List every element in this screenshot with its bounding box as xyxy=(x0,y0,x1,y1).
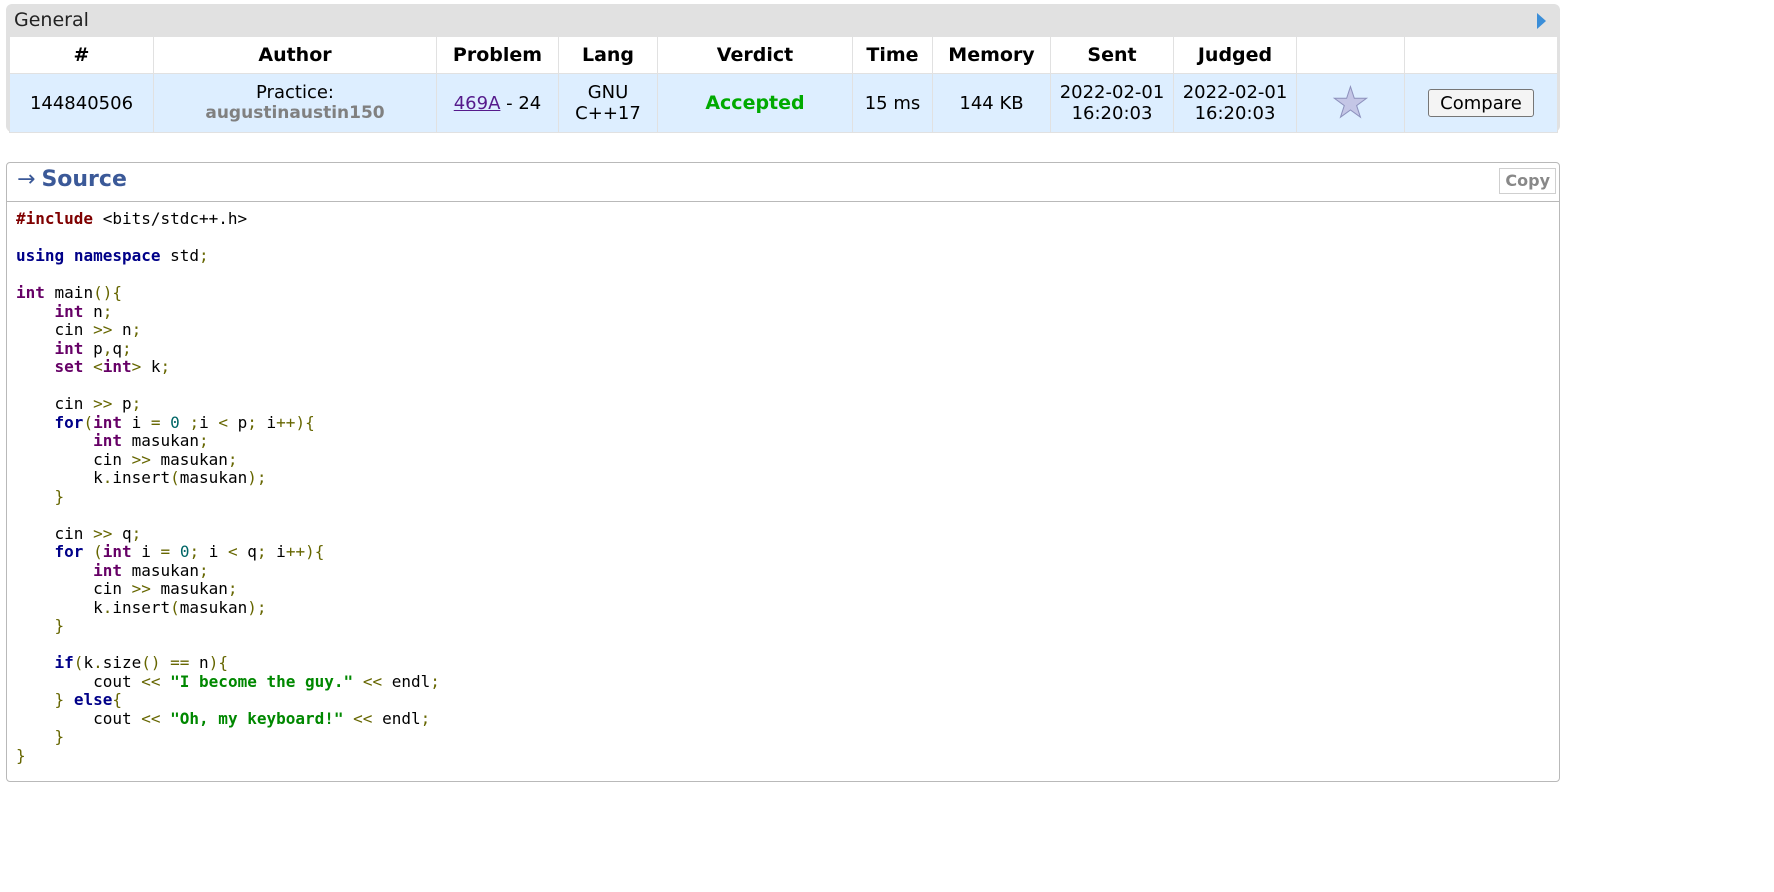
verdict-cell: Accepted xyxy=(657,73,853,133)
author-prefix: Practice: xyxy=(256,82,334,103)
author-handle-link[interactable]: augustinaustin150 xyxy=(154,103,436,124)
code-line: for (int i = 0; i < q; i++){ xyxy=(54,542,325,561)
header-time: Time xyxy=(852,36,933,74)
code-line: } else{ xyxy=(54,690,122,709)
source-panel: → Source Copy #include <bits/stdc++.h>​u… xyxy=(6,162,1560,782)
code-line: k.insert(masukan); xyxy=(16,468,267,487)
code-line: if(k.size() == n){ xyxy=(54,653,228,672)
header-memory: Memory xyxy=(932,36,1051,74)
code-line: } xyxy=(54,486,65,506)
code-line: cin >> masukan; xyxy=(16,449,238,469)
problem-cell: 469A - 24 xyxy=(436,73,559,133)
submission-id: 144840506 xyxy=(9,73,154,133)
memory-cell: 144 KB xyxy=(932,73,1051,133)
code-line: using namespace std; xyxy=(16,246,209,265)
code-line: for(int i = 0 ;i < p; i++){ xyxy=(54,412,315,432)
code-line: ​ xyxy=(16,266,1550,285)
code-line: } xyxy=(54,616,65,635)
code-line: ​ xyxy=(16,636,1550,655)
general-panel: General # Author Problem Lang Verdict Ti… xyxy=(6,4,1560,133)
code-line: } xyxy=(16,745,26,765)
sent-cell: 2022-02-01 16:20:03 xyxy=(1050,73,1174,133)
collapse-arrow-icon[interactable] xyxy=(1537,13,1546,29)
code-line: int masukan; xyxy=(93,560,209,580)
lang-line-2: C++17 xyxy=(575,103,641,124)
code-line: } xyxy=(54,727,65,746)
code-line: k.insert(masukan); xyxy=(16,597,267,617)
judged-date: 2022-02-01 xyxy=(1182,82,1288,103)
arrow-right-icon: → xyxy=(17,167,36,192)
code-line: int n; xyxy=(54,301,113,321)
judged-time: 16:20:03 xyxy=(1194,103,1276,124)
author-cell: Practice: augustinaustin150 xyxy=(153,73,437,133)
header-problem: Problem xyxy=(436,36,559,74)
submission-table: # Author Problem Lang Verdict Time Memor… xyxy=(9,36,1558,133)
source-code[interactable]: #include <bits/stdc++.h>​using namespace… xyxy=(7,202,1559,773)
code-line: cout << "Oh, my keyboard!" << endl; xyxy=(16,708,431,728)
code-line: int main(){ xyxy=(16,283,122,302)
code-line: cout << "I become the guy." << endl; xyxy=(16,671,440,691)
compare-cell: Compare xyxy=(1404,73,1558,133)
code-line: ​ xyxy=(16,377,1550,396)
header-judged: Judged xyxy=(1173,36,1297,74)
lang-line-1: GNU xyxy=(587,82,629,103)
header-lang: Lang xyxy=(558,36,658,74)
verdict-status: Accepted xyxy=(705,91,805,114)
code-line: int p,q; xyxy=(54,338,132,358)
compare-button[interactable]: Compare xyxy=(1428,89,1534,117)
star-icon[interactable]: ★ xyxy=(1331,81,1370,124)
header-author: Author xyxy=(153,36,437,74)
table-header-row: # Author Problem Lang Verdict Time Memor… xyxy=(9,36,1558,74)
sent-date: 2022-02-01 xyxy=(1059,82,1165,103)
sent-time: 16:20:03 xyxy=(1071,103,1153,124)
lang-cell: GNU C++17 xyxy=(558,73,658,133)
code-line: cin >> p; xyxy=(16,394,142,413)
code-line: set <int> k; xyxy=(54,357,171,376)
source-header: → Source Copy xyxy=(7,163,1559,202)
favourite-cell: ★ xyxy=(1296,73,1405,133)
source-title-label: Source xyxy=(41,167,127,192)
code-line: ​ xyxy=(16,506,1550,525)
header-id: # xyxy=(9,36,154,74)
code-line: cin >> q; xyxy=(16,523,142,543)
problem-link[interactable]: 469A xyxy=(454,93,501,114)
code-line: cin >> masukan; xyxy=(16,579,238,598)
problem-suffix: - 24 xyxy=(500,92,542,114)
header-favourite xyxy=(1296,36,1405,74)
source-title: → Source xyxy=(17,167,127,192)
code-line: #include <bits/stdc++.h> xyxy=(16,209,248,228)
general-title: General xyxy=(14,9,89,31)
code-line: int masukan; xyxy=(93,431,209,450)
time-cell: 15 ms xyxy=(852,73,933,133)
header-sent: Sent xyxy=(1050,36,1174,74)
code-line: ​ xyxy=(16,229,1550,248)
table-row: 144840506 Practice: augustinaustin150 46… xyxy=(9,73,1558,133)
header-verdict: Verdict xyxy=(657,36,853,74)
copy-button[interactable]: Copy xyxy=(1499,168,1556,194)
header-compare xyxy=(1404,36,1558,74)
judged-cell: 2022-02-01 16:20:03 xyxy=(1173,73,1297,133)
code-line: cin >> n; xyxy=(16,320,142,339)
